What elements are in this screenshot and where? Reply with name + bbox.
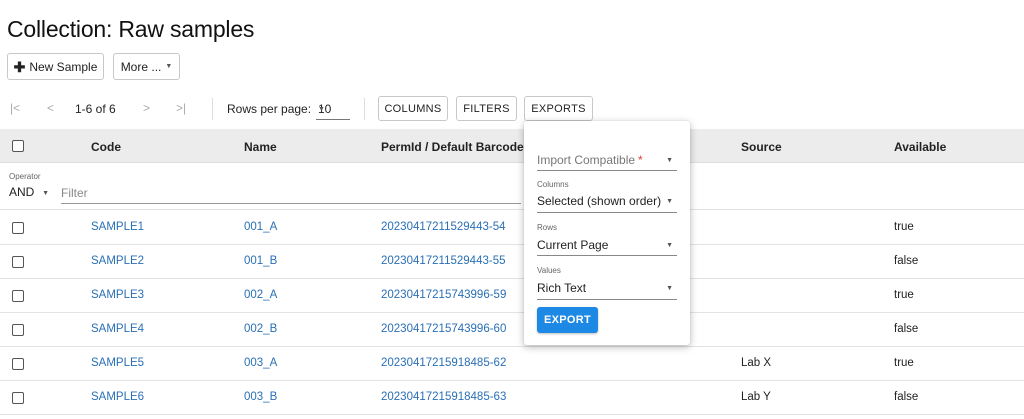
import-compatible-select[interactable]: Import Compatible * ▼ xyxy=(537,145,677,171)
header-permid[interactable]: PermId / Default Barcode xyxy=(381,140,524,154)
cell-code[interactable]: SAMPLE1 xyxy=(91,221,144,233)
page-range: 1-6 of 6 xyxy=(75,102,116,116)
chevron-down-icon: ▼ xyxy=(666,242,673,249)
cell-available: false xyxy=(894,391,919,403)
row-checkbox[interactable] xyxy=(12,358,24,370)
columns-value: Selected (shown order) xyxy=(537,194,662,208)
columns-select[interactable]: Columns Selected (shown order) ▼ xyxy=(537,179,677,213)
first-page-icon[interactable]: |< xyxy=(10,101,20,115)
cell-name[interactable]: 002_B xyxy=(244,323,277,335)
select-all-checkbox[interactable] xyxy=(12,140,24,152)
cell-name[interactable]: 002_A xyxy=(244,289,277,301)
cell-source: Lab Y xyxy=(741,391,771,403)
export-button[interactable]: EXPORT xyxy=(537,307,598,333)
page-title: Collection: Raw samples xyxy=(7,16,255,42)
cell-permid[interactable]: 20230417215918485-63 xyxy=(381,391,506,403)
new-sample-label: New Sample xyxy=(29,59,98,74)
header-code[interactable]: Code xyxy=(91,140,121,154)
chevron-down-icon: ▼ xyxy=(165,63,173,70)
plus-icon: ✚ xyxy=(13,58,26,75)
rows-value: Current Page xyxy=(537,238,609,252)
cell-available: true xyxy=(894,357,914,369)
cell-code[interactable]: SAMPLE4 xyxy=(91,323,144,335)
cell-code[interactable]: SAMPLE6 xyxy=(91,391,144,403)
values-value: Rich Text xyxy=(537,281,587,295)
global-filter-input[interactable]: Filter xyxy=(61,186,521,204)
export-popup: Import Compatible * ▼ Columns Selected (s… xyxy=(524,121,690,345)
table-row: SAMPLE3 002_A 20230417215743996-59 true xyxy=(0,279,1024,313)
rows-per-page-label: Rows per page: xyxy=(227,102,312,116)
cell-name[interactable]: 003_A xyxy=(244,357,277,369)
cell-permid[interactable]: 20230417215918485-62 xyxy=(381,357,506,369)
table-row: SAMPLE2 001_B 20230417211529443-55 false xyxy=(0,245,1024,279)
table-row: SAMPLE1 001_A 20230417211529443-54 true xyxy=(0,211,1024,245)
operator-select[interactable]: AND ▼ xyxy=(9,185,51,203)
row-checkbox[interactable] xyxy=(12,222,24,234)
import-compatible-label: Import Compatible * xyxy=(537,153,643,167)
cell-available: true xyxy=(894,221,914,233)
rows-per-page-select[interactable]: 10 ▼ xyxy=(316,99,350,120)
values-label: Values xyxy=(537,266,561,275)
header-source[interactable]: Source xyxy=(741,140,782,154)
cell-name[interactable]: 001_B xyxy=(244,255,277,267)
columns-button[interactable]: COLUMNS xyxy=(378,96,448,121)
next-page-icon[interactable]: > xyxy=(143,101,150,115)
divider xyxy=(364,98,365,120)
cell-permid[interactable]: 20230417215743996-60 xyxy=(381,323,506,335)
cell-source: Lab X xyxy=(741,357,772,369)
operator-value: AND xyxy=(9,185,35,199)
cell-code[interactable]: SAMPLE3 xyxy=(91,289,144,301)
table-row: SAMPLE5 003_A 20230417215918485-62 Lab X… xyxy=(0,347,1024,381)
divider xyxy=(212,98,213,120)
table-row: SAMPLE4 002_B 20230417215743996-60 false xyxy=(0,313,1024,347)
filter-row: Operator AND ▼ Filter xyxy=(0,163,1024,210)
filters-button[interactable]: FILTERS xyxy=(456,96,517,121)
grid-toolbar: |< < 1-6 of 6 > >| Rows per page: 10 ▼ C… xyxy=(0,96,640,122)
chevron-down-icon: ▼ xyxy=(666,285,673,292)
cell-permid[interactable]: 20230417211529443-55 xyxy=(381,255,506,267)
row-checkbox[interactable] xyxy=(12,290,24,302)
operator-label: Operator xyxy=(9,172,41,181)
rows-label: Rows xyxy=(537,223,558,232)
cell-name[interactable]: 001_A xyxy=(244,221,277,233)
header-name[interactable]: Name xyxy=(244,140,277,154)
required-mark: * xyxy=(638,153,643,167)
rows-select[interactable]: Rows Current Page ▼ xyxy=(537,222,677,256)
more-label: More ... xyxy=(120,59,162,74)
cell-code[interactable]: SAMPLE2 xyxy=(91,255,144,267)
more-button[interactable]: More ... ▼ xyxy=(113,53,180,80)
cell-code[interactable]: SAMPLE5 xyxy=(91,357,144,369)
cell-permid[interactable]: 20230417215743996-59 xyxy=(381,289,506,301)
table-row: SAMPLE6 003_B 20230417215918485-63 Lab Y… xyxy=(0,381,1024,415)
columns-label: Columns xyxy=(537,180,569,189)
cell-permid[interactable]: 20230417211529443-54 xyxy=(381,221,506,233)
cell-available: true xyxy=(894,289,914,301)
cell-available: false xyxy=(894,255,919,267)
chevron-down-icon: ▼ xyxy=(666,198,673,205)
chevron-down-icon: ▼ xyxy=(666,157,673,164)
chevron-down-icon: ▼ xyxy=(42,190,49,197)
chevron-down-icon: ▼ xyxy=(318,106,325,113)
header-available[interactable]: Available xyxy=(894,140,946,154)
cell-name[interactable]: 003_B xyxy=(244,391,277,403)
exports-button[interactable]: EXPORTS xyxy=(524,96,593,121)
prev-page-icon[interactable]: < xyxy=(47,101,54,115)
table-header: Code Name PermId / Default Barcode Sourc… xyxy=(0,129,1024,163)
row-checkbox[interactable] xyxy=(12,392,24,404)
new-sample-button[interactable]: ✚ New Sample xyxy=(7,53,104,80)
row-checkbox[interactable] xyxy=(12,324,24,336)
values-select[interactable]: Values Rich Text ▼ xyxy=(537,265,677,300)
last-page-icon[interactable]: >| xyxy=(176,101,186,115)
cell-available: false xyxy=(894,323,919,335)
row-checkbox[interactable] xyxy=(12,256,24,268)
